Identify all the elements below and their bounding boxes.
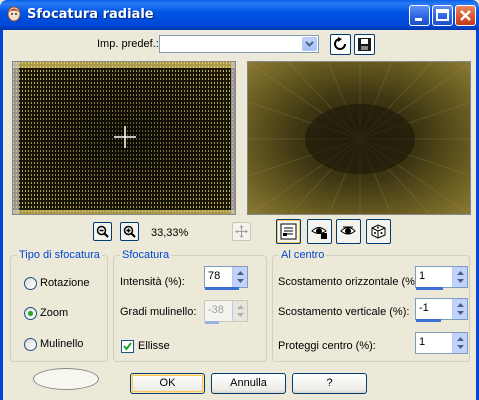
floppy-disk-icon xyxy=(358,38,371,51)
move-arrows-icon xyxy=(235,225,248,238)
randomize-button[interactable] xyxy=(366,219,391,244)
watermark-logo xyxy=(33,368,99,390)
close-button[interactable] xyxy=(455,5,476,26)
maximize-button[interactable] xyxy=(432,5,453,26)
radio-mulinello-label[interactable]: Mulinello xyxy=(40,338,83,350)
radio-rotazione-label[interactable]: Rotazione xyxy=(40,277,90,289)
radio-mulinello[interactable] xyxy=(24,338,37,351)
close-icon xyxy=(460,10,471,21)
reset-preset-button[interactable] xyxy=(330,34,351,55)
updown-arrows-icon xyxy=(457,337,464,349)
h-offset-slider[interactable] xyxy=(416,287,443,290)
pan-button[interactable] xyxy=(232,222,251,241)
intensity-value: 78 xyxy=(208,270,221,282)
v-offset-value: -1 xyxy=(419,302,429,314)
checkmark-icon xyxy=(123,342,132,351)
help-button[interactable]: ? xyxy=(292,373,367,394)
ellipse-checkbox[interactable] xyxy=(121,340,134,353)
blur-type-legend: Tipo di sfocatura xyxy=(17,249,102,261)
intensity-spinbox[interactable]: 78 xyxy=(204,266,248,290)
h-offset-value: 1 xyxy=(419,270,426,282)
chevron-down-icon xyxy=(305,41,314,47)
window-frame-left xyxy=(0,30,3,400)
swirl-label: Gradi mulinello: xyxy=(120,306,197,318)
intensity-spin-arrows[interactable] xyxy=(232,267,247,287)
v-offset-spin-arrows[interactable] xyxy=(452,299,467,319)
zoom-out-button[interactable] xyxy=(93,222,112,241)
swirl-spin-arrows[interactable] xyxy=(232,301,247,321)
ok-button[interactable]: OK xyxy=(130,373,205,394)
v-offset-slider[interactable] xyxy=(416,319,441,322)
reset-arrow-icon xyxy=(334,37,346,50)
swirl-value: -38 xyxy=(208,304,224,316)
h-offset-spinbox[interactable]: 1 xyxy=(415,266,468,290)
preset-label: Imp. predef.: xyxy=(97,38,159,50)
title-bar[interactable]: Sfocatura radiale xyxy=(0,0,479,30)
minimize-button[interactable] xyxy=(409,5,430,26)
radio-zoom-label[interactable]: Zoom xyxy=(40,307,68,319)
blur-settings-legend: Sfocatura xyxy=(120,249,172,261)
preset-combobox[interactable] xyxy=(159,35,319,53)
updown-arrows-icon xyxy=(237,305,244,317)
zoom-out-icon xyxy=(96,225,109,238)
updown-arrows-icon xyxy=(237,271,244,283)
v-offset-label: Scostamento verticale (%): xyxy=(278,306,410,318)
updown-arrows-icon xyxy=(457,271,464,283)
proof-toggle-button[interactable] xyxy=(276,219,301,244)
swirl-spinbox[interactable]: -38 xyxy=(204,300,248,324)
radio-rotazione[interactable] xyxy=(24,277,37,290)
v-offset-spinbox[interactable]: -1 xyxy=(415,298,468,322)
app-icon xyxy=(7,6,21,22)
cancel-button[interactable]: Annulla xyxy=(211,373,286,394)
protect-center-label: Proteggi centro (%): xyxy=(278,340,376,352)
center-legend: Al centro xyxy=(279,249,327,261)
zoom-in-button[interactable] xyxy=(120,222,139,241)
result-image xyxy=(248,62,470,214)
preset-dropdown-arrow[interactable] xyxy=(302,37,317,51)
protect-center-spin-arrows[interactable] xyxy=(452,333,467,353)
radio-zoom[interactable] xyxy=(24,307,37,320)
swirl-slider[interactable] xyxy=(205,321,219,324)
updown-arrows-icon xyxy=(457,303,464,315)
protect-center-spinbox[interactable]: 1 xyxy=(415,332,468,354)
ellipse-label[interactable]: Ellisse xyxy=(138,340,170,352)
list-settings-icon xyxy=(280,223,297,240)
minimize-icon xyxy=(415,18,422,21)
source-preview[interactable] xyxy=(12,61,236,215)
zoom-in-icon xyxy=(123,225,136,238)
eye-lock-icon xyxy=(311,227,327,239)
h-offset-label: Scostamento orizzontale (%): xyxy=(278,276,422,288)
intensity-slider[interactable] xyxy=(205,287,239,290)
result-preview xyxy=(247,61,471,215)
protect-center-value: 1 xyxy=(419,336,426,348)
maximize-icon xyxy=(436,9,449,21)
h-offset-spin-arrows[interactable] xyxy=(452,267,467,287)
eye-icon xyxy=(340,226,356,235)
save-preset-button[interactable] xyxy=(354,34,375,55)
dice-icon xyxy=(371,224,386,239)
preview-eye-button[interactable] xyxy=(336,219,361,244)
source-image xyxy=(13,62,235,214)
auto-proof-button[interactable] xyxy=(307,219,332,244)
window-title: Sfocatura radiale xyxy=(27,7,154,22)
intensity-label: Intensità (%): xyxy=(120,276,185,288)
zoom-level: 33,33% xyxy=(151,227,189,239)
